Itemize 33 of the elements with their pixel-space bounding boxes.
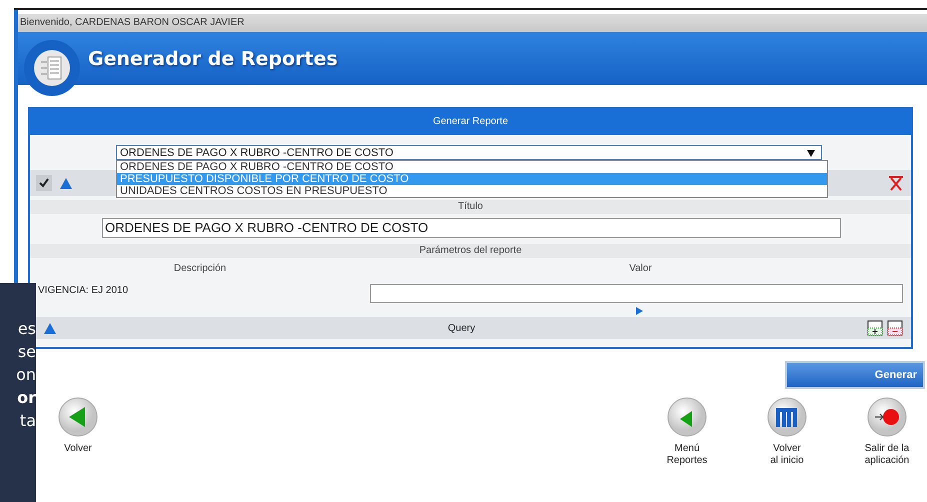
side-note-text: on [15, 364, 36, 386]
parameter-description: VIGENCIA: EJ 2010 [38, 285, 130, 296]
page-title: Generador de Reportes [88, 48, 338, 70]
side-note-text: se [16, 341, 36, 363]
side-note-text: or [16, 387, 36, 409]
dropdown-option[interactable]: UNIDADES CENTROS COSTOS EN PRESUPUESTO [117, 185, 827, 197]
column-header: Valor [628, 262, 653, 274]
report-dropdown[interactable]: ORDENES DE PAGO X RUBRO -CENTRO DE COSTO [116, 144, 822, 160]
nav-button[interactable]: Menú Reportes [657, 397, 717, 467]
nav-button[interactable]: Volver [48, 397, 108, 467]
dropdown-arrow-icon [807, 150, 815, 156]
nav-button[interactable]: Volver al inicio [757, 397, 817, 467]
title-field[interactable]: ORDENES DE PAGO X RUBRO -CENTRO DE COSTO [102, 218, 841, 238]
side-note-text: ta [18, 410, 36, 432]
nav-button[interactable]: Salir de la aplicación [857, 397, 917, 467]
report-icon [33, 49, 71, 87]
remove-icon[interactable] [887, 320, 903, 336]
dropdown-option[interactable]: ORDENES DE PAGO X RUBRO -CENTRO DE COSTO [117, 161, 827, 173]
side-note-text: es [16, 318, 36, 340]
query-label: Query [446, 322, 476, 334]
delete-icon[interactable] [887, 175, 905, 191]
value-field[interactable] [370, 284, 903, 303]
title-label: Título [30, 200, 911, 214]
home-icon [767, 397, 807, 437]
panel-title: Generar Reporte [30, 109, 911, 135]
generate-button[interactable]: Generar [785, 361, 925, 389]
up-arrow-icon[interactable] [60, 178, 72, 188]
exit-icon [867, 397, 907, 437]
check-icon[interactable] [36, 175, 52, 191]
column-header: Descripción [172, 262, 228, 274]
welcome-text: Bienvenido, CARDENAS BARON OSCAR JAVIER [18, 14, 927, 32]
parameters-heading: Parámetros del reporte [30, 244, 911, 258]
add-icon[interactable] [867, 320, 883, 336]
